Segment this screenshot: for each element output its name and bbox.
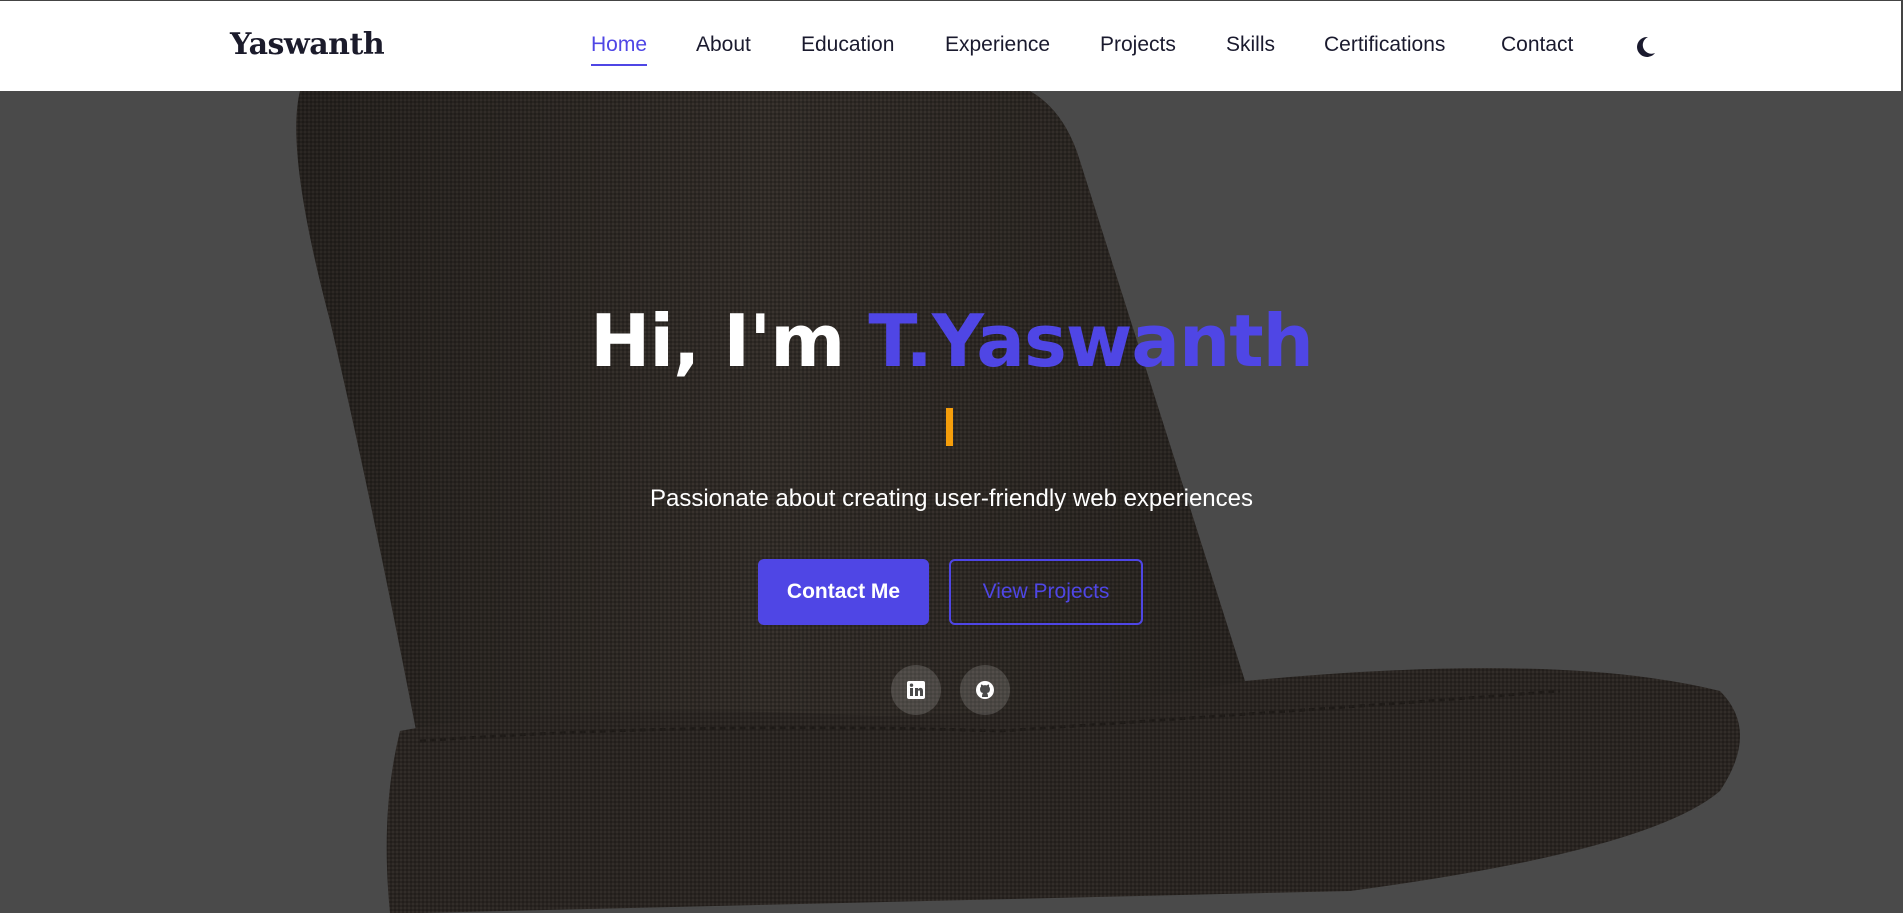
nav-link-about[interactable]: About bbox=[696, 33, 751, 57]
hero-greeting: Hi, I'm bbox=[590, 299, 869, 383]
github-link[interactable] bbox=[960, 665, 1010, 715]
github-icon bbox=[976, 681, 994, 699]
contact-me-button[interactable]: Contact Me bbox=[758, 559, 929, 625]
moon-icon bbox=[1637, 36, 1655, 57]
nav-link-contact[interactable]: Contact bbox=[1501, 33, 1573, 57]
nav-link-experience[interactable]: Experience bbox=[945, 33, 1050, 57]
nav-link-skills[interactable]: Skills bbox=[1226, 33, 1275, 57]
nav-menu: Home About Education Experience Projects… bbox=[0, 1, 1901, 92]
linkedin-link[interactable] bbox=[891, 665, 941, 715]
nav-link-certifications[interactable]: Certifications bbox=[1324, 33, 1445, 57]
nav-link-education[interactable]: Education bbox=[801, 33, 894, 57]
linkedin-icon bbox=[907, 681, 925, 699]
hero-tagline: Passionate about creating user-friendly … bbox=[649, 485, 1253, 512]
typing-cursor bbox=[946, 408, 953, 446]
hero-heading: Hi, I'm T.Yaswanth bbox=[0, 299, 1903, 383]
navbar: Yaswanth Home About Education Experience… bbox=[0, 0, 1903, 91]
view-projects-button[interactable]: View Projects bbox=[949, 559, 1143, 625]
hero-name: T.Yaswanth bbox=[868, 299, 1314, 383]
nav-link-home[interactable]: Home bbox=[591, 33, 648, 66]
nav-link-projects[interactable]: Projects bbox=[1100, 33, 1176, 57]
theme-toggle-button[interactable] bbox=[1632, 34, 1658, 60]
